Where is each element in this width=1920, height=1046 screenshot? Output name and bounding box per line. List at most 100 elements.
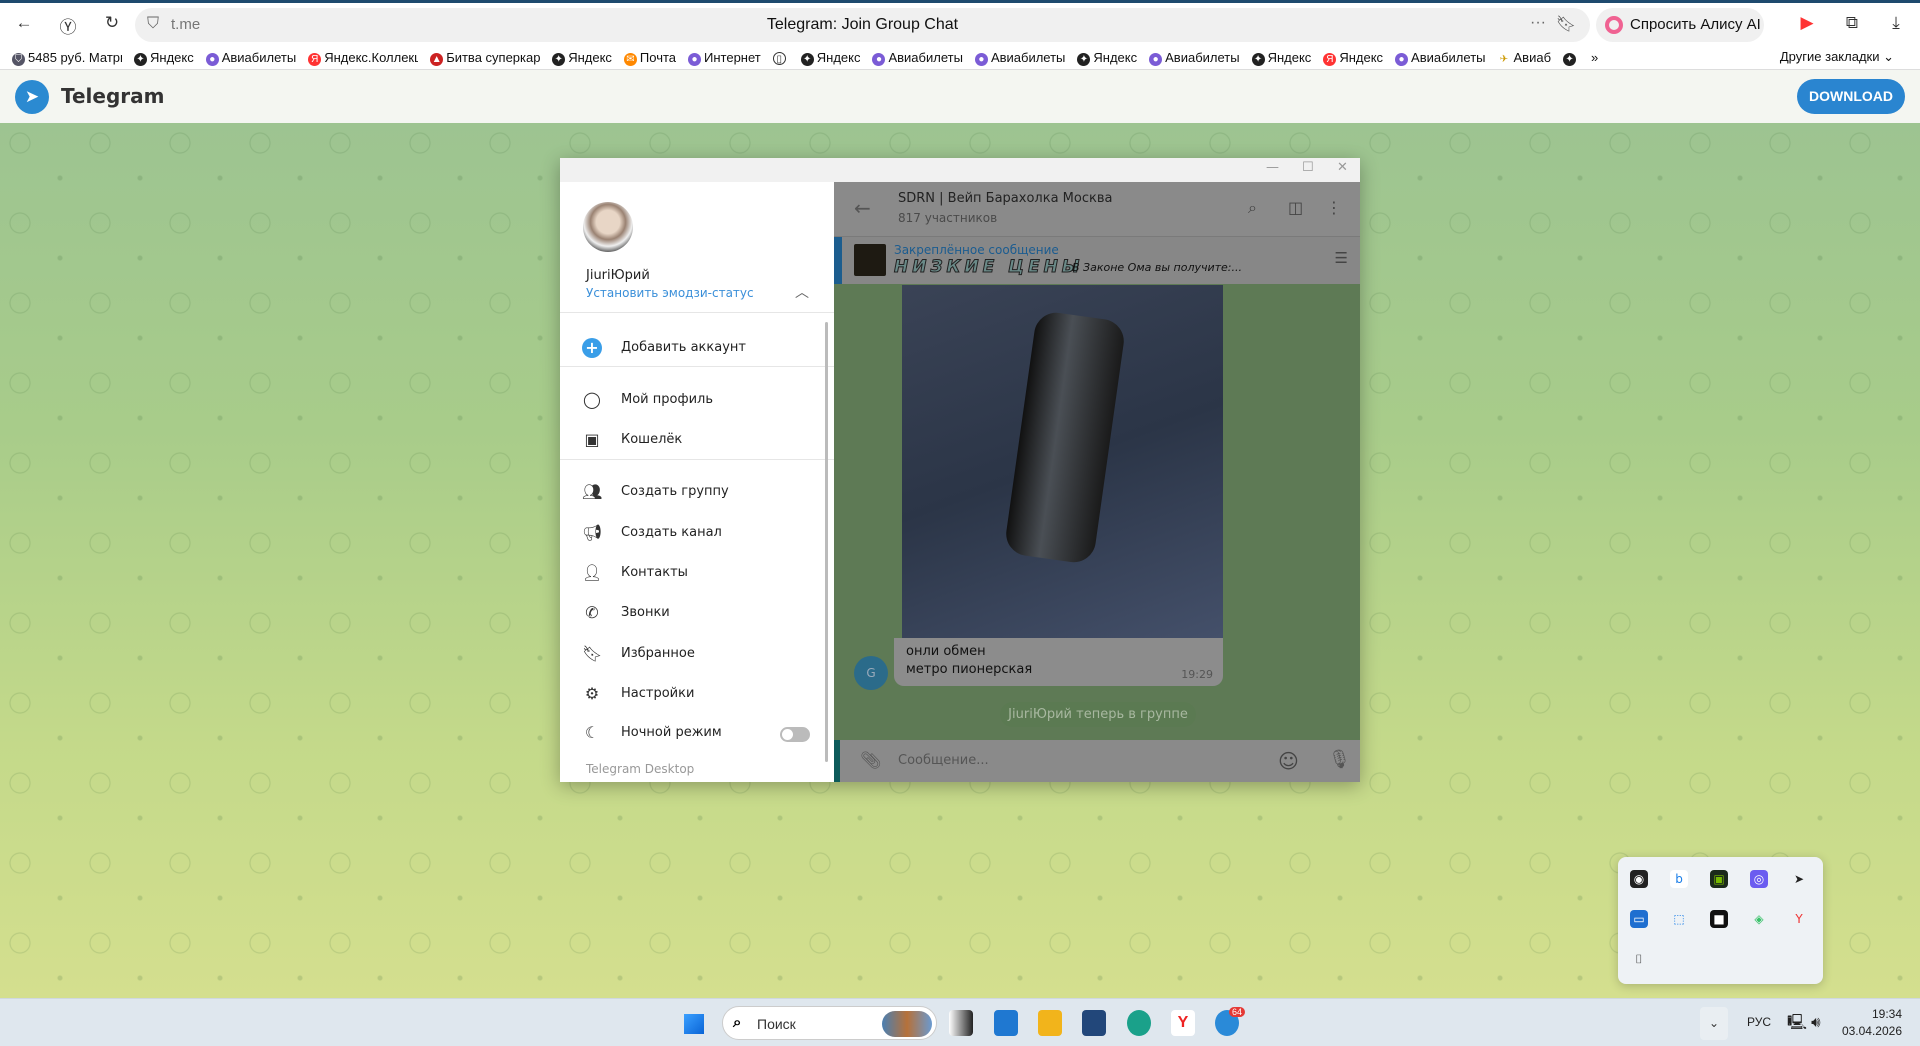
bookmark-item[interactable]: ✦ Яндекс — [552, 50, 612, 66]
pinned-message-bar[interactable]: Закреплённое сообщение НИЗКИЕ ЦЕНЫ В Зак… — [834, 237, 1360, 284]
alice-button[interactable]: Спросить Алису AI — [1596, 8, 1764, 42]
menu-item-label: Кошелёк — [621, 432, 683, 447]
attach-icon[interactable]: 📎︎ — [860, 751, 882, 771]
bookmark-item[interactable]: ▲Битва суперкаров — [430, 50, 540, 66]
bookmark-item[interactable]: ● Интернет — [688, 50, 761, 66]
bookmark-item[interactable]: ⛉5485 руб. Матрица — [12, 50, 122, 66]
night-mode-toggle[interactable] — [780, 727, 810, 742]
download-button[interactable]: DOWNLOAD — [1797, 79, 1905, 114]
bookmark-label: Яндекс — [1267, 50, 1312, 65]
yandex-browser-icon[interactable]: Y — [1171, 1010, 1195, 1036]
more-icon[interactable]: ··· — [1530, 14, 1546, 32]
bookmark-item[interactable]: ✦ Яндекс — [1251, 50, 1312, 66]
star-icon: ✦ — [800, 53, 814, 66]
divider — [560, 459, 834, 460]
app-icon[interactable]: ■ — [1710, 910, 1728, 928]
reload-icon[interactable]: ↻ — [100, 13, 124, 33]
nvidia-icon[interactable]: ▣ — [1710, 870, 1728, 888]
back-icon[interactable]: ← — [12, 13, 36, 33]
bookmark-item[interactable]: ✈ Авиаб — [1497, 50, 1551, 66]
task-view-icon[interactable] — [949, 1010, 973, 1036]
close-icon[interactable]: ✕ — [1337, 160, 1348, 175]
chevron-up-icon[interactable]: ︿ — [795, 282, 809, 302]
yandex-icon[interactable]: Ⓨ — [56, 13, 80, 38]
menu-item[interactable]: 📢︎ Создать канал — [560, 515, 824, 551]
menu-item[interactable]: 👥︎ Создать группу — [560, 474, 824, 510]
sidebar-toggle-icon[interactable]: ◫ — [1288, 198, 1303, 217]
message-photo[interactable] — [902, 285, 1223, 638]
sender-avatar[interactable]: G — [854, 656, 888, 690]
divider — [560, 312, 834, 313]
menu-item[interactable]: 🔖︎ Избранное — [560, 636, 824, 672]
menu-item[interactable]: ⚙ Настройки — [560, 676, 824, 712]
bookmark-item[interactable]: ● Авиабилеты — [974, 50, 1065, 66]
yandex-tray-icon[interactable]: Y — [1790, 910, 1808, 928]
menu-item[interactable]: 👤︎ Контакты — [560, 555, 824, 591]
bookmark-item[interactable]: ● Авиабилеты — [1395, 50, 1486, 66]
menu-item[interactable]: ◯ Мой профиль — [560, 382, 824, 418]
bookmark-item[interactable]: ЯЯндекс.Коллекции — [308, 50, 418, 66]
chat-title[interactable]: SDRN | Вейп Барахолка Москва — [898, 191, 1112, 206]
collections-icon[interactable]: ⧉ — [1840, 13, 1864, 33]
address-bar[interactable]: ⛉ t.me Telegram: Join Group Chat ··· 🔖︎ — [135, 8, 1590, 42]
message-bubble[interactable]: онли обмен метро пионерская 19:29 — [894, 638, 1223, 686]
outlook-icon[interactable] — [994, 1010, 1018, 1036]
monitor-icon[interactable]: ▭ — [1630, 910, 1648, 928]
menu-item[interactable]: ▣ Кошелёк — [560, 422, 824, 458]
emoji-status-link[interactable]: Установить эмодзи-статус — [586, 286, 754, 300]
taskbar-search[interactable]: ⌕ Поиск — [722, 1006, 937, 1040]
language-indicator[interactable]: РУС — [1747, 1015, 1771, 1029]
bookmark-item[interactable]: ✉ Почта — [623, 50, 676, 66]
bookmark-item[interactable]: ▯ — [772, 50, 789, 65]
message-input[interactable] — [898, 753, 1278, 768]
telegram-logo-icon[interactable]: ➤ — [15, 80, 49, 114]
scrollbar[interactable] — [825, 322, 828, 762]
vape-device-image — [1003, 309, 1127, 566]
menu-item[interactable]: ☾ Ночной режим — [560, 715, 824, 751]
emoji-icon[interactable]: ☺ — [1278, 749, 1299, 773]
camera-icon[interactable]: ◎ — [1750, 870, 1768, 888]
usb-icon[interactable]: ⌷ — [1630, 950, 1648, 968]
bookmark-item[interactable]: ✦ Яндекс — [1077, 50, 1137, 66]
store-icon[interactable] — [1082, 1010, 1106, 1036]
snip-icon[interactable]: ⬚ — [1670, 910, 1688, 928]
telegram-tray-icon[interactable]: ➤ — [1790, 870, 1808, 888]
window-titlebar[interactable]: — ☐ ✕ — [560, 158, 1360, 182]
bookmark-icon[interactable]: 🔖︎ — [1556, 14, 1576, 34]
file-explorer-icon[interactable] — [1038, 1010, 1062, 1036]
vpn-icon[interactable]: ◈ — [1750, 910, 1768, 928]
bookmark-item[interactable]: Я Яндекс — [1323, 50, 1383, 66]
search-icon[interactable]: ⌕ — [1248, 198, 1257, 218]
network-volume-icon[interactable]: 🖳︎ 🔊︎ — [1787, 1012, 1821, 1037]
menu-item[interactable]: + Добавить аккаунт — [560, 330, 824, 366]
menu-item-label: Настройки — [621, 686, 695, 701]
bookmark-item[interactable]: ✦ Яндекс — [800, 50, 860, 66]
bing-icon[interactable]: b — [1670, 870, 1688, 888]
bookmark-item[interactable]: ✦ Яндекс — [134, 50, 194, 66]
more-vertical-icon[interactable]: ⋮ — [1326, 198, 1342, 217]
bookmark-item[interactable]: ● Авиабилеты — [1149, 50, 1240, 66]
clock[interactable]: 19:34 03.04.2026 — [1838, 1006, 1902, 1040]
maximize-icon[interactable]: ☐ — [1302, 160, 1314, 175]
menu-item[interactable]: ✆ Звонки — [560, 595, 824, 631]
windows-start-icon[interactable] — [682, 1012, 706, 1036]
bookmark-item[interactable]: » — [1591, 50, 1598, 65]
other-bookmarks[interactable]: Другие закладки ⌄ — [1780, 49, 1894, 65]
wechat-icon[interactable]: ◉ — [1630, 870, 1648, 888]
show-hidden-icons-button[interactable]: ⌄ — [1700, 1007, 1728, 1040]
chat-header: ← SDRN | Вейп Барахолка Москва 817 участ… — [834, 182, 1360, 237]
back-arrow-icon[interactable]: ← — [854, 196, 871, 220]
minimize-icon[interactable]: — — [1266, 160, 1279, 175]
bookmarks-bar: ⛉5485 руб. Матрица✦Яндекс●АвиабилетыЯЯнд… — [0, 46, 1920, 70]
bookmark-item[interactable]: ● Авиабилеты — [872, 50, 963, 66]
edge-icon[interactable] — [1127, 1010, 1151, 1036]
microphone-icon[interactable]: 🎙︎ — [1328, 749, 1351, 770]
bookmark-item[interactable]: ✦ — [1563, 50, 1579, 66]
avatar[interactable] — [583, 202, 633, 252]
pinned-list-icon[interactable]: ☰ — [1335, 249, 1348, 267]
youtube-icon[interactable]: ▶ — [1795, 13, 1819, 33]
bookmark-label: Яндекс — [568, 50, 612, 65]
bookmark-item[interactable]: ● Авиабилеты — [205, 50, 296, 66]
download-icon[interactable]: ⤓ — [1884, 13, 1908, 33]
site-name[interactable]: Telegram — [61, 84, 165, 108]
